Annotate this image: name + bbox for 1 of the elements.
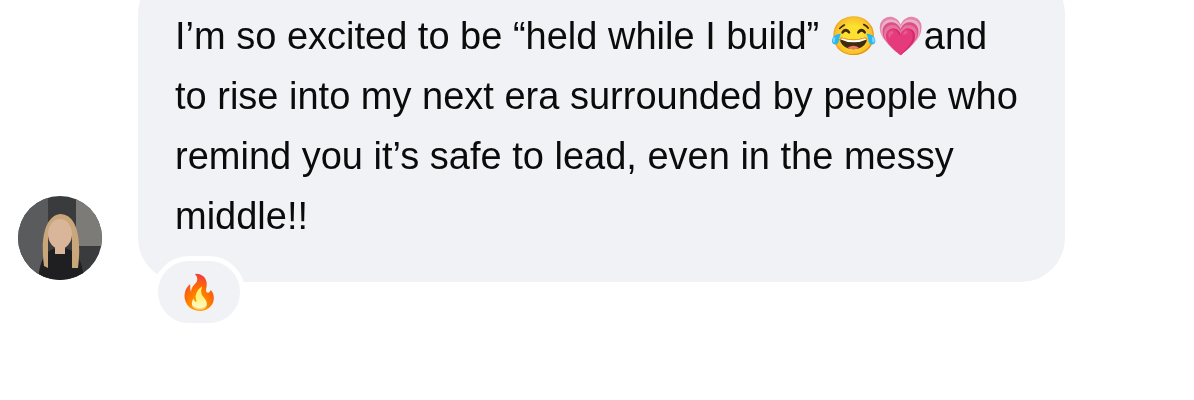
message-text: I’m so excited to be “held while I build” 😂💗and to rise into my next era surrounded by people who remind you it’s safe to lead, even in the messy middle!!: [175, 14, 1019, 239]
